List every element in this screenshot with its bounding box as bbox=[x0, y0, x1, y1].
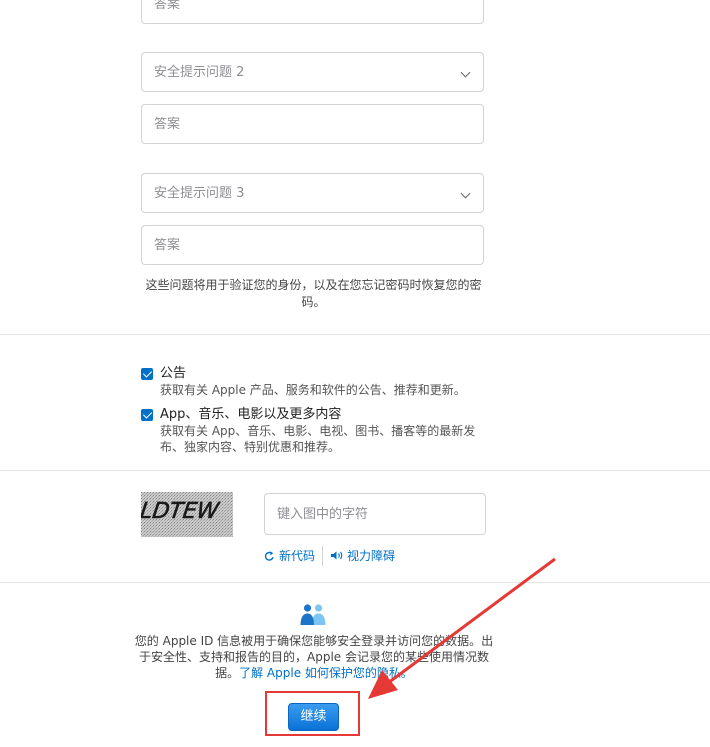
section-divider bbox=[0, 582, 710, 583]
security-helper-text: 这些问题将用于验证您的身份，以及在您忘记密码时恢复您的密码。 bbox=[145, 278, 482, 309]
announcements-checkbox[interactable] bbox=[141, 368, 153, 380]
link-separator bbox=[322, 546, 323, 566]
apps-music-checkbox[interactable] bbox=[141, 409, 153, 421]
answer-1-input[interactable] bbox=[142, 0, 483, 23]
speaker-icon[interactable] bbox=[330, 550, 344, 561]
security-question-3-value: 安全提示问题 3 bbox=[154, 186, 245, 201]
captcha-field[interactable] bbox=[264, 493, 486, 535]
answer-1-field[interactable] bbox=[141, 0, 484, 24]
captcha-text: LDTEW bbox=[141, 498, 222, 524]
answer-2-field[interactable] bbox=[141, 104, 484, 144]
security-question-2-select[interactable]: 安全提示问题 2 bbox=[141, 52, 484, 92]
annotation-highlight-box bbox=[265, 691, 360, 736]
announcements-description: 获取有关 Apple 产品、服务和软件的公告、推荐和更新。 bbox=[160, 383, 466, 397]
announcements-title: 公告 bbox=[160, 366, 187, 381]
security-question-3-select[interactable]: 安全提示问题 3 bbox=[141, 173, 484, 213]
answer-2-input[interactable] bbox=[142, 105, 483, 143]
security-question-2-value: 安全提示问题 2 bbox=[154, 65, 245, 80]
answer-3-input[interactable] bbox=[142, 226, 483, 264]
new-code-link[interactable]: 新代码 bbox=[279, 548, 315, 564]
privacy-learn-more-link[interactable]: 了解 Apple 如何保护您的隐私。 bbox=[239, 666, 413, 680]
section-divider bbox=[0, 470, 710, 471]
answer-3-field[interactable] bbox=[141, 225, 484, 265]
captcha-image: LDTEW bbox=[141, 492, 233, 537]
apps-music-title: App、音乐、电影以及更多内容 bbox=[160, 407, 342, 422]
refresh-icon[interactable] bbox=[264, 550, 275, 562]
captcha-input[interactable] bbox=[265, 494, 485, 534]
chevron-down-icon bbox=[460, 67, 471, 78]
section-divider bbox=[0, 334, 710, 335]
privacy-notice: 您的 Apple ID 信息被用于确保您能够安全登录并访问您的数据。出于安全性、… bbox=[130, 633, 498, 681]
apple-id-signup-page: 安全提示问题 2 安全提示问题 3 这些问题将用于验证您的身份，以及在您忘记密码… bbox=[0, 0, 710, 747]
privacy-people-icon bbox=[300, 604, 326, 625]
chevron-down-icon bbox=[460, 188, 471, 199]
vision-impaired-link[interactable]: 视力障碍 bbox=[347, 548, 395, 564]
apps-music-description: 获取有关 App、音乐、电影、电视、图书、播客等的最新发布、独家内容、特别优惠和… bbox=[160, 424, 476, 454]
